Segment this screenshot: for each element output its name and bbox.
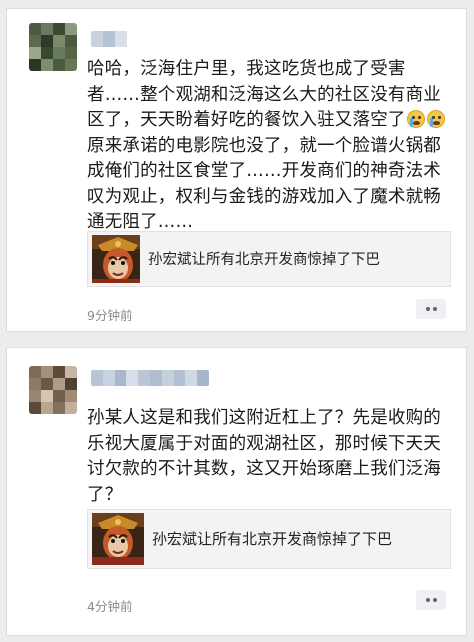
avatar-mosaic-pixel (53, 390, 65, 402)
crying-face-emoji-icon (426, 110, 445, 128)
avatar-mosaic-pixel (65, 59, 77, 71)
avatar-mosaic-pixel (41, 59, 53, 71)
username-mosaic-pixel (103, 31, 115, 47)
avatar-mosaic-pixel (53, 35, 65, 47)
avatar-mosaic-pixel (53, 366, 65, 378)
avatar-mosaic-pixel (53, 378, 65, 390)
more-button[interactable] (416, 590, 446, 610)
more-dots-icon (425, 598, 430, 602)
username-mosaic-pixel (102, 370, 115, 386)
username-mosaic-pixel (114, 370, 127, 386)
post-body-part2: 原来承诺的电影院也没了，就一个脸谱火锅都成俺们的社区食堂了……开发商们的神奇法术… (87, 135, 441, 233)
username-mosaic-pixel (126, 370, 139, 386)
avatar-mosaic-pixel (53, 23, 65, 35)
avatar-mosaic-pixel (53, 402, 65, 414)
avatar-mosaic-pixel (65, 366, 77, 378)
blurred-username[interactable] (91, 31, 129, 47)
avatar-mosaic-pixel (65, 35, 77, 47)
username-mosaic-pixel (91, 31, 103, 47)
avatar-mosaic-pixel (65, 390, 77, 402)
avatar-mosaic-pixel (29, 59, 41, 71)
avatar-mosaic-pixel (29, 402, 41, 414)
avatar-mosaic-pixel (41, 366, 53, 378)
avatar-mosaic-pixel (41, 390, 53, 402)
avatar-mosaic-pixel (41, 35, 53, 47)
post-timestamp: 4分钟前 (87, 599, 133, 614)
more-button[interactable] (416, 299, 446, 319)
avatar-mosaic-pixel (53, 47, 65, 59)
avatar-mosaic-pixel (41, 23, 53, 35)
post-body: 哈哈，泛海住户里，我这吃货也成了受害者……整个观湖和泛海这么大的社区没有商业区了… (87, 57, 451, 236)
username-mosaic-pixel (185, 370, 198, 386)
username-mosaic-pixel (197, 370, 209, 386)
avatar[interactable] (29, 23, 77, 71)
avatar-mosaic-pixel (29, 35, 41, 47)
username-mosaic-pixel (91, 370, 103, 386)
avatar-mosaic-pixel (29, 378, 41, 390)
avatar-mosaic-pixel (29, 23, 41, 35)
more-dots-icon (425, 307, 430, 311)
avatar-mosaic-pixel (65, 378, 77, 390)
avatar-mosaic-pixel (29, 390, 41, 402)
avatar-mosaic-pixel (65, 47, 77, 59)
post-card: 孙某人这是和我们这附近杠上了？先是收购的乐视大厦属于对面的观湖社区，那时候下天天… (6, 347, 467, 636)
post-timestamp: 9分钟前 (87, 308, 133, 323)
crying-face-emoji-icon (406, 110, 425, 128)
monkey-king-thumbnail (92, 235, 140, 283)
link-title: 孙宏斌让所有北京开发商惊掉了下巴 (148, 252, 380, 268)
shared-link-card[interactable]: 孙宏斌让所有北京开发商惊掉了下巴 (87, 509, 451, 569)
username-mosaic-pixel (173, 370, 186, 386)
avatar[interactable] (29, 366, 77, 414)
post-body: 孙某人这是和我们这附近杠上了？先是收购的乐视大厦属于对面的观湖社区，那时候下天天… (87, 408, 441, 505)
shared-link-card[interactable]: 孙宏斌让所有北京开发商惊掉了下巴 (87, 231, 451, 287)
blurred-username[interactable] (91, 370, 209, 386)
moments-feed: 哈哈，泛海住户里，我这吃货也成了受害者……整个观湖和泛海这么大的社区没有商业区了… (0, 0, 474, 642)
avatar-mosaic-pixel (65, 402, 77, 414)
monkey-king-thumbnail (92, 513, 144, 565)
avatar-mosaic-pixel (65, 23, 77, 35)
post-body-part1: 哈哈，泛海住户里，我这吃货也成了受害者……整个观湖和泛海这么大的社区没有商业区了… (87, 59, 441, 130)
avatar-mosaic-pixel (41, 378, 53, 390)
username-mosaic-pixel (138, 370, 150, 386)
avatar-mosaic-pixel (41, 47, 53, 59)
avatar-mosaic-pixel (29, 47, 41, 59)
avatar-mosaic-pixel (53, 59, 65, 71)
avatar-mosaic-pixel (41, 402, 53, 414)
username-mosaic-pixel (149, 370, 162, 386)
link-title: 孙宏斌让所有北京开发商惊掉了下巴 (152, 530, 393, 548)
username-mosaic-pixel (115, 31, 127, 47)
avatar-mosaic-pixel (29, 366, 41, 378)
post-card: 哈哈，泛海住户里，我这吃货也成了受害者……整个观湖和泛海这么大的社区没有商业区了… (6, 8, 467, 332)
username-mosaic-pixel (161, 370, 174, 386)
